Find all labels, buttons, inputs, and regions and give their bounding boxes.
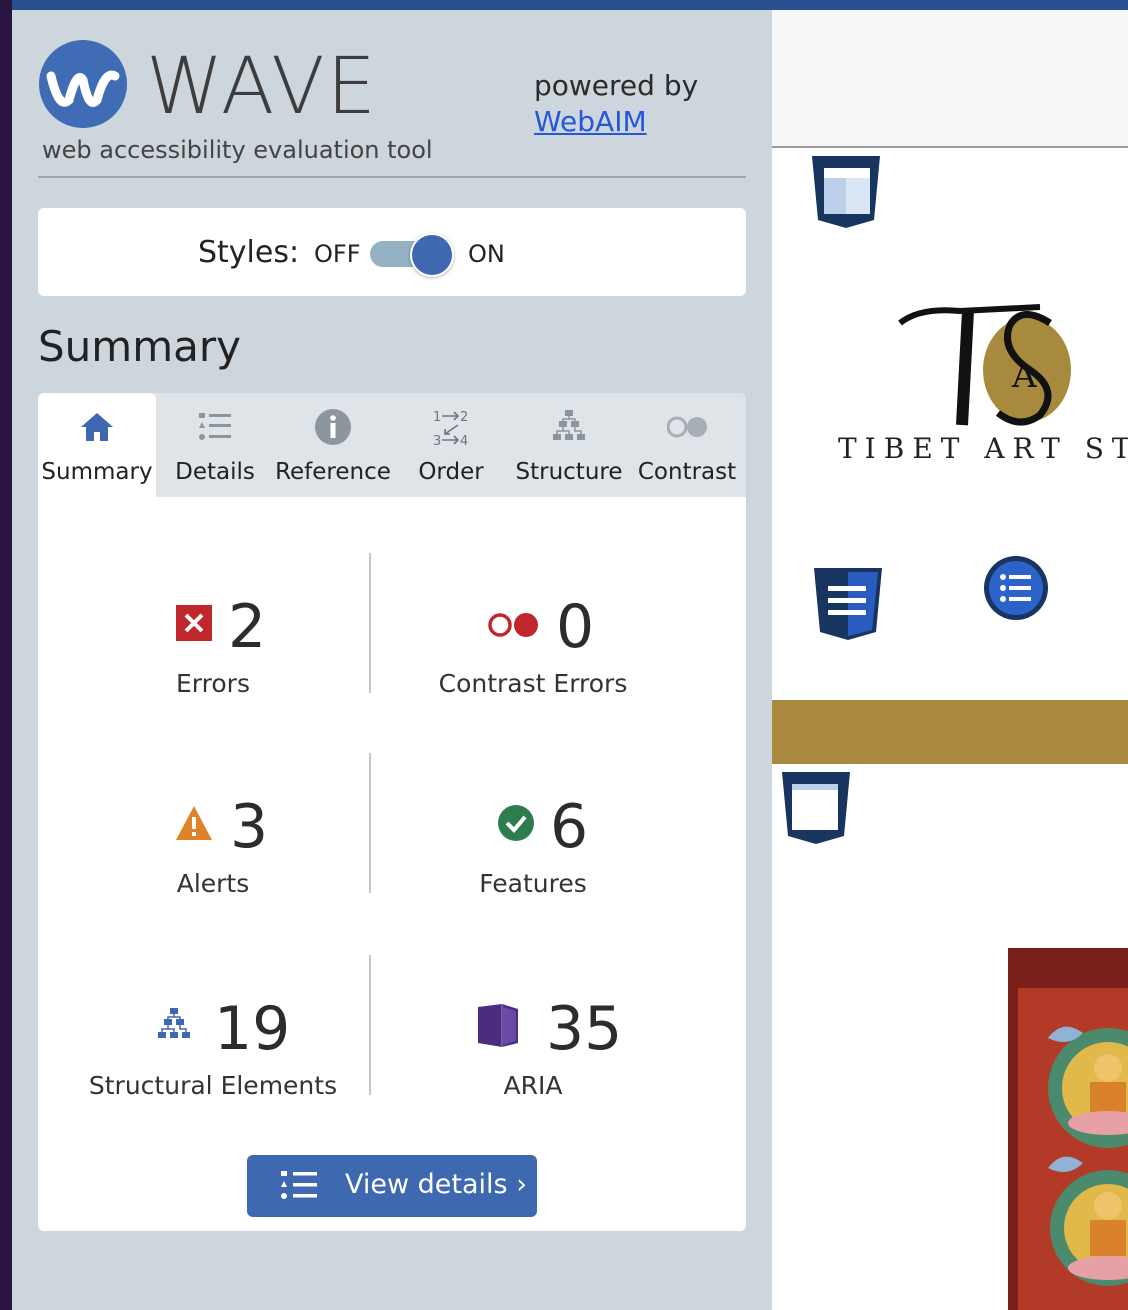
aria-icon (478, 1004, 518, 1047)
powered-by: powered by WebAIM (534, 68, 698, 140)
home-icon (81, 413, 113, 441)
alert-icon (176, 806, 212, 840)
svg-text:2: 2 (460, 410, 468, 425)
tab-label: Contrast (637, 459, 737, 485)
powered-by-text: powered by (534, 69, 699, 102)
svg-text:1: 1 (433, 410, 441, 425)
styles-on-label: ON (468, 240, 505, 268)
wave-title: WAVE (146, 42, 378, 132)
alerts-label: Alerts (176, 869, 250, 898)
tibet-art-store-text: TIBET ART STO (838, 432, 1128, 465)
tab-summary[interactable]: Summary (38, 393, 156, 497)
svg-text:A: A (1011, 356, 1037, 396)
contrast-errors-count: 0 (556, 592, 595, 662)
wave-sidebar: WAVE web accessibility evaluation tool p… (12, 10, 772, 1310)
svg-text:3: 3 (433, 434, 441, 447)
thangka-painting-image (1008, 948, 1128, 1310)
tab-label: Reference (275, 459, 391, 485)
order-icon: 1 2 3 4 (433, 410, 468, 447)
tab-label: Structure (515, 459, 623, 485)
structural-elements-label: Structural Elements (88, 1071, 338, 1100)
view-details-label: View details › (345, 1169, 527, 1200)
view-details-button[interactable]: View details › (247, 1155, 537, 1217)
features-label: Features (479, 869, 587, 898)
contrast-icon (667, 416, 707, 438)
features-count: 6 (550, 792, 589, 862)
wave-logo-icon (39, 40, 127, 128)
tab-contrast[interactable]: Contrast (628, 393, 746, 497)
structural-elements-count: 19 (214, 994, 291, 1064)
contrast-errors-label: Contrast Errors (438, 669, 628, 698)
styles-toggle-box: Styles: OFF ON (38, 208, 746, 296)
svg-text:4: 4 (460, 434, 468, 447)
aria-label: ARIA (503, 1071, 563, 1100)
structure-icon (553, 410, 585, 440)
summary-heading: Summary (38, 322, 241, 371)
feature-check-icon (498, 805, 534, 841)
errors-label: Errors (176, 669, 250, 698)
webaim-link[interactable]: WebAIM (534, 104, 698, 140)
tab-order[interactable]: 1 2 3 4 Order (392, 393, 510, 497)
tab-structure[interactable]: Structure (510, 393, 628, 497)
wave-subtitle: web accessibility evaluation tool (42, 136, 433, 164)
tab-label: Summary (41, 459, 153, 485)
window-left-edge (0, 0, 12, 1310)
info-icon (315, 409, 351, 445)
browser-top-bar (0, 0, 1128, 10)
tab-label: Order (418, 459, 484, 485)
tab-bar: Summary Details Reference 1 2 3 4 Order … (38, 393, 746, 497)
aria-landmark-icon[interactable] (812, 568, 884, 640)
styles-label: Styles: (198, 235, 300, 270)
styles-toggle-knob[interactable] (410, 233, 454, 277)
aria-landmark-icon[interactable] (780, 772, 852, 844)
tab-reference[interactable]: Reference (274, 393, 392, 497)
tibet-art-logo: A (898, 304, 1071, 426)
list-structure-icon[interactable] (984, 556, 1048, 620)
page-preview-header (772, 10, 1128, 148)
header-divider (38, 176, 746, 178)
error-icon (176, 605, 212, 641)
alerts-count: 3 (230, 792, 269, 862)
tab-label: Details (175, 459, 255, 485)
styles-off-label: OFF (314, 240, 361, 268)
aria-count: 35 (546, 994, 623, 1064)
page-gold-band (772, 700, 1128, 764)
tab-details[interactable]: Details (156, 393, 274, 497)
summary-panel: 2 Errors 0 Contrast Errors 3 Alerts 6 Fe… (38, 497, 746, 1231)
aria-landmark-icon[interactable] (810, 156, 882, 228)
list-icon (199, 413, 231, 440)
list-icon (281, 1171, 317, 1199)
contrast-error-icon (488, 613, 538, 637)
structure-icon (158, 1008, 190, 1038)
errors-count: 2 (228, 592, 267, 662)
